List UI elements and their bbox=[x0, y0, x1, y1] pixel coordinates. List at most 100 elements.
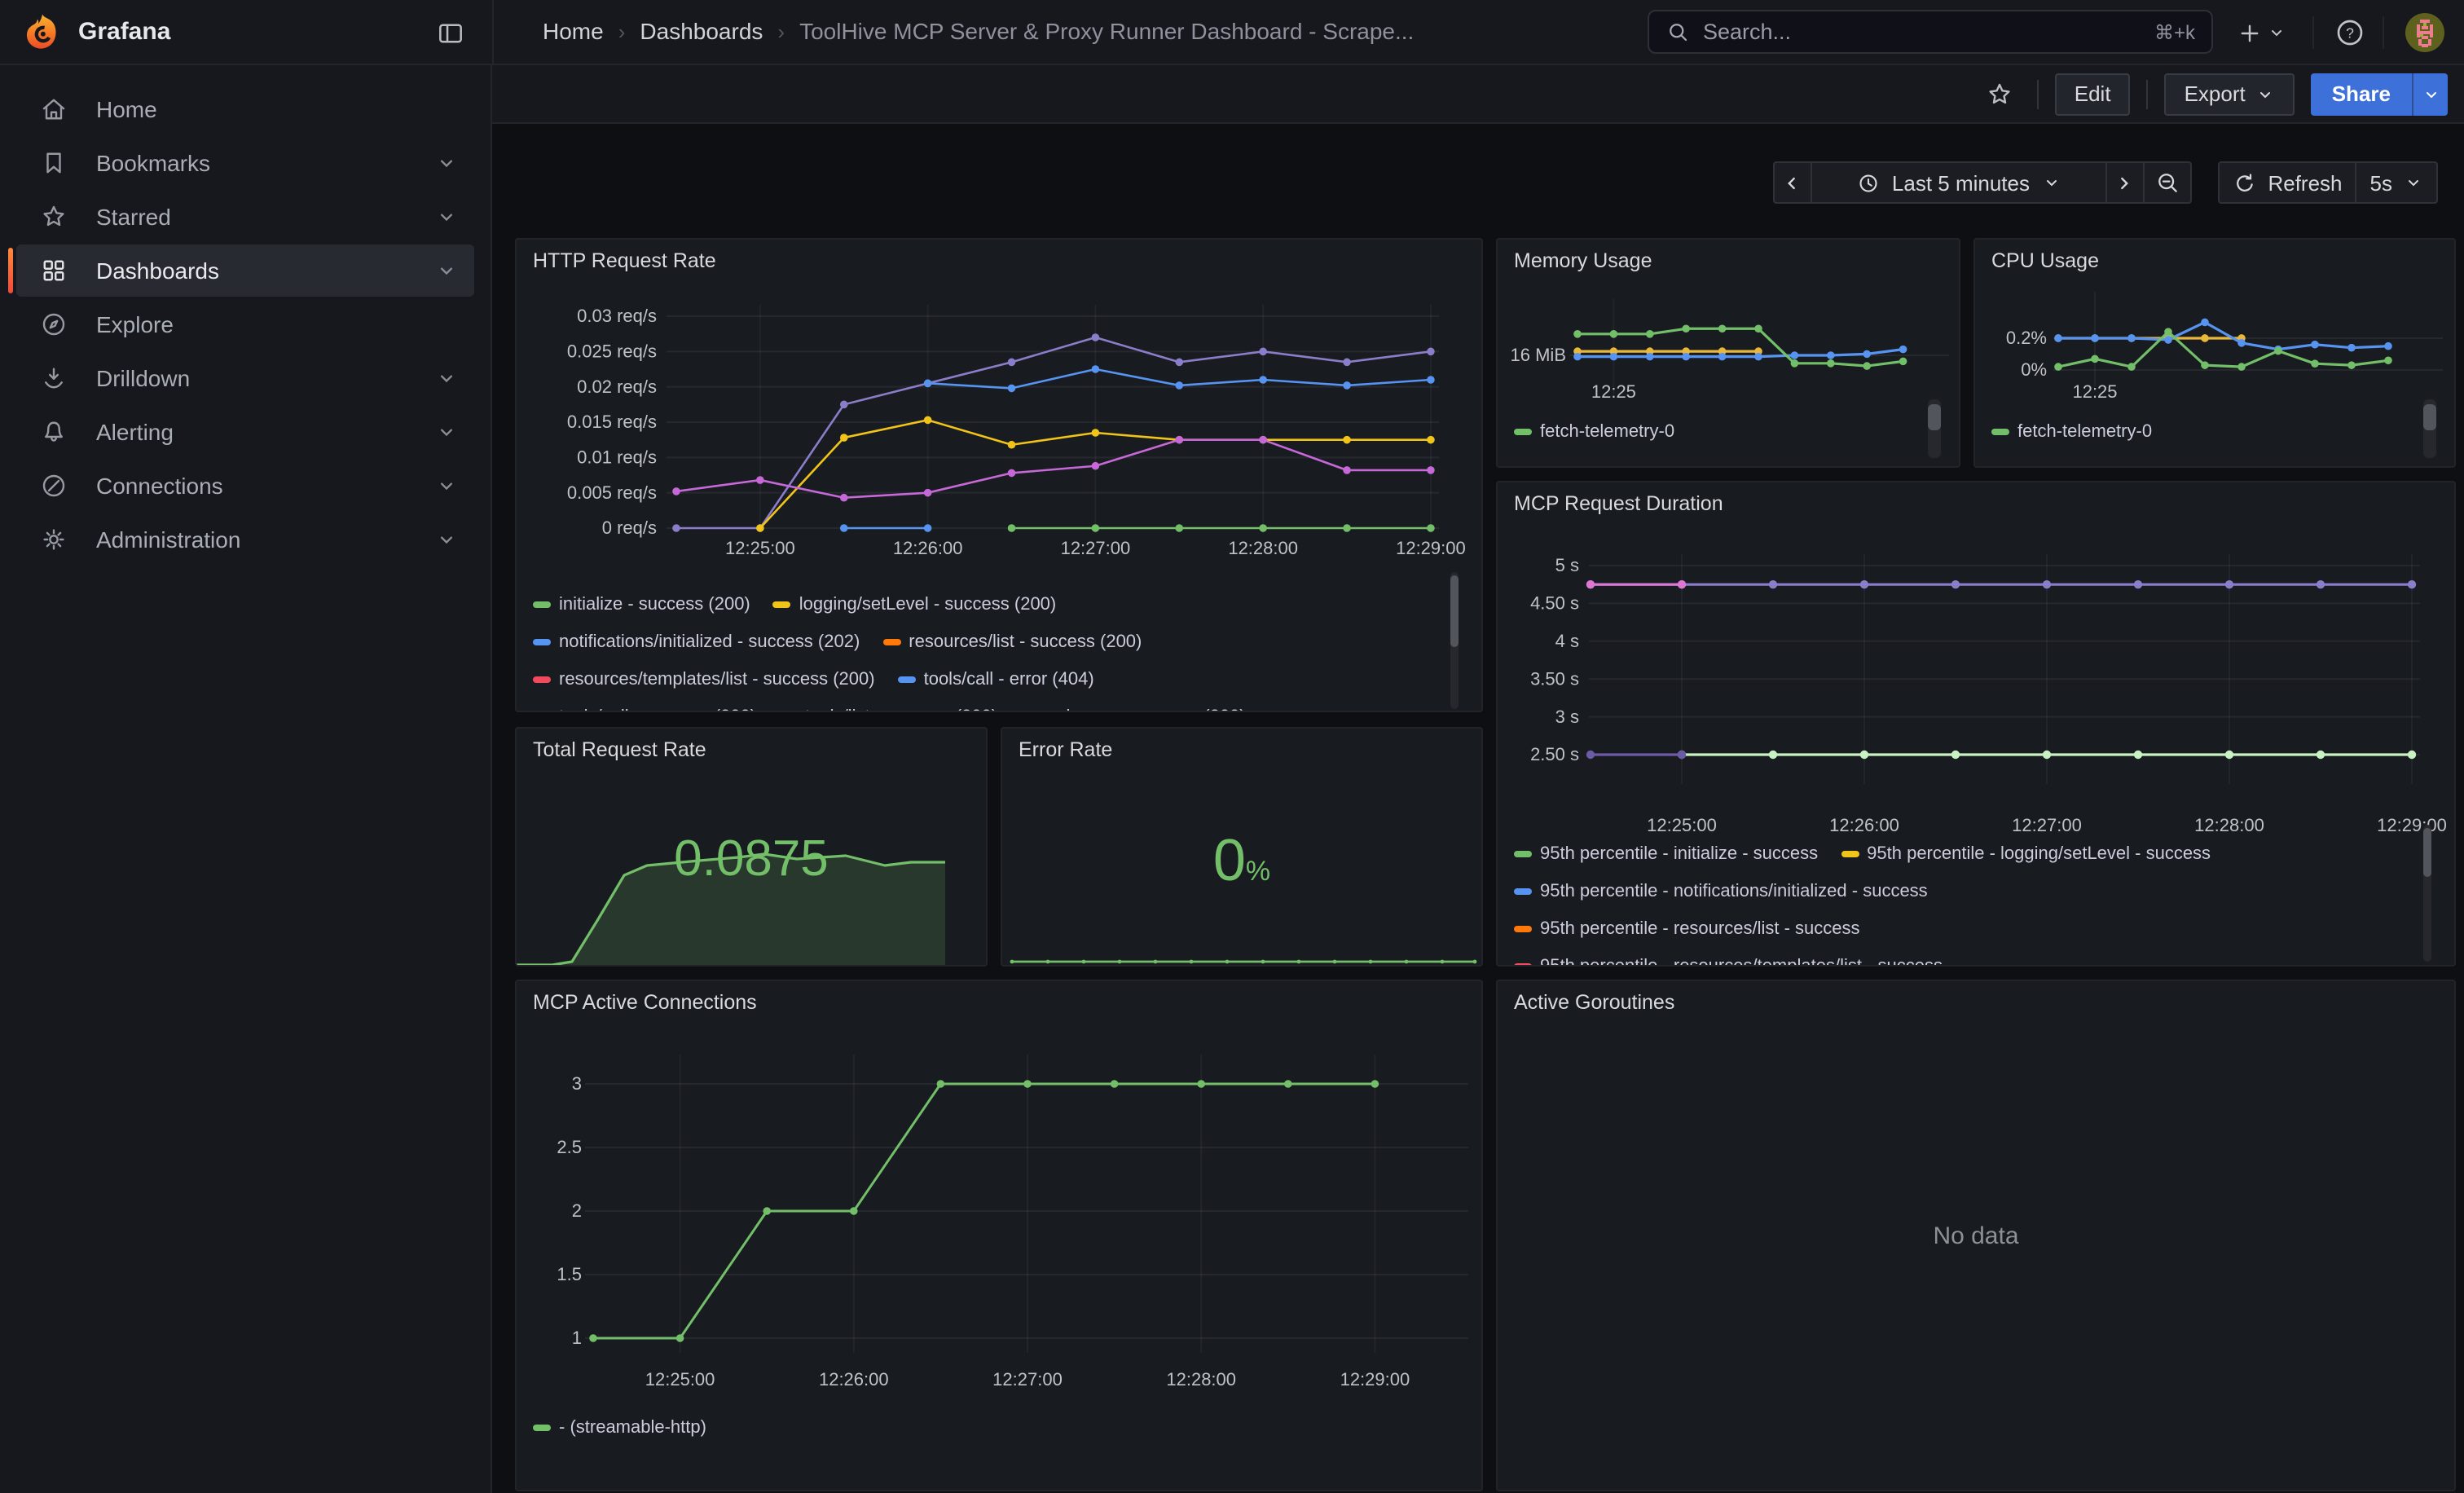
sidebar-toggle-button[interactable] bbox=[430, 13, 469, 52]
edit-button[interactable]: Edit bbox=[2055, 73, 2131, 115]
legend-label: tools/list - success (200) bbox=[805, 707, 997, 712]
time-range-picker[interactable]: Last 5 minutes bbox=[1810, 161, 2106, 204]
breadcrumb-home[interactable]: Home bbox=[543, 0, 604, 64]
panel-mcp-request-duration: MCP Request Duration 2.50 s3 s3.50 s4 s4… bbox=[1496, 481, 2456, 967]
legend-item[interactable]: tools/call - success (200) bbox=[533, 707, 756, 712]
svg-text:12:27:00: 12:27:00 bbox=[2012, 815, 2082, 835]
legend-item[interactable]: logging/setLevel - success (200) bbox=[773, 594, 1057, 614]
star-icon bbox=[39, 202, 68, 231]
star-button[interactable] bbox=[1978, 73, 2021, 115]
legend-scrollbar-thumb[interactable] bbox=[2423, 404, 2436, 430]
search-input[interactable]: Search... ⌘+k bbox=[1648, 10, 2213, 54]
legend-item[interactable]: resources/list - success (200) bbox=[882, 632, 1142, 651]
svg-text:12:25:00: 12:25:00 bbox=[1647, 815, 1717, 835]
legend-label: - (streamable-http) bbox=[559, 1417, 706, 1437]
legend-label: tools/call - success (200) bbox=[559, 707, 756, 712]
legend-label: logging/setLevel - success (200) bbox=[799, 594, 1057, 614]
svg-text:12:28:00: 12:28:00 bbox=[1166, 1369, 1236, 1390]
svg-text:3.50 s: 3.50 s bbox=[1530, 668, 1579, 689]
svg-text:3 s: 3 s bbox=[1555, 707, 1579, 727]
export-label: Export bbox=[2185, 81, 2246, 106]
duration-legend: 95th percentile - initialize - success 95… bbox=[1498, 835, 2428, 967]
svg-text:0.02 req/s: 0.02 req/s bbox=[577, 377, 657, 397]
legend-item[interactable]: fetch-telemetry-0 bbox=[1991, 421, 2152, 441]
bookmark-icon bbox=[39, 148, 68, 178]
legend-label: 95th percentile - initialize - success bbox=[1540, 843, 1818, 863]
refresh-button[interactable]: Refresh bbox=[2217, 161, 2356, 204]
plus-icon bbox=[2236, 19, 2264, 46]
svg-text:12:29:00: 12:29:00 bbox=[1396, 538, 1466, 558]
legend-scrollbar-thumb[interactable] bbox=[1928, 404, 1941, 430]
new-button[interactable] bbox=[2236, 13, 2286, 52]
sidebar-item-dashboards[interactable]: Dashboards bbox=[16, 244, 474, 297]
sidebar-item-drilldown[interactable]: Drilldown bbox=[16, 352, 474, 404]
search-placeholder: Search... bbox=[1703, 20, 2141, 44]
sidebar-nav: HomeBookmarksStarredDashboardsExplore Dri… bbox=[0, 65, 492, 1493]
sidebar-item-home[interactable]: Home bbox=[16, 83, 474, 135]
svg-text:0%: 0% bbox=[2021, 359, 2047, 380]
legend-item[interactable]: resources/templates/list - success (200) bbox=[533, 669, 875, 689]
export-button[interactable]: Export bbox=[2165, 73, 2295, 115]
share-split-button: Share bbox=[2311, 73, 2448, 115]
svg-text:4.50 s: 4.50 s bbox=[1530, 593, 1579, 614]
legend-item[interactable]: initialize - success (200) bbox=[533, 594, 750, 614]
grafana-logo bbox=[21, 11, 64, 54]
legend-label: initialize - success (200) bbox=[559, 594, 750, 614]
breadcrumb-dashboards[interactable]: Dashboards bbox=[640, 0, 763, 64]
svg-text:2.5: 2.5 bbox=[557, 1137, 582, 1157]
sidebar-item-label: Administration bbox=[96, 526, 240, 553]
svg-text:12:28:00: 12:28:00 bbox=[2194, 815, 2264, 835]
search-icon bbox=[1665, 20, 1690, 44]
time-shift-back-button[interactable] bbox=[1772, 161, 1811, 204]
legend-item[interactable]: 95th percentile - logging/setLevel - suc… bbox=[1841, 843, 2211, 863]
sidebar-item-administration[interactable]: Administration bbox=[16, 513, 474, 566]
refresh-icon bbox=[2232, 170, 2256, 195]
legend-item[interactable]: fetch-telemetry-0 bbox=[1514, 421, 1674, 441]
sidebar-item-explore[interactable]: Explore bbox=[16, 298, 474, 350]
svg-text:12:26:00: 12:26:00 bbox=[1829, 815, 1899, 835]
time-shift-forward-button[interactable] bbox=[2105, 161, 2144, 204]
legend-swatch bbox=[773, 601, 791, 607]
chevron-right-icon: › bbox=[618, 0, 626, 64]
legend-swatch bbox=[533, 601, 551, 607]
legend-item[interactable]: notifications/initialized - success (202… bbox=[533, 632, 860, 651]
sidebar-item-alerting[interactable]: Alerting bbox=[16, 406, 474, 458]
svg-text:0.005 req/s: 0.005 req/s bbox=[567, 482, 657, 503]
svg-text:5 s: 5 s bbox=[1555, 555, 1579, 575]
legend-label: notifications/initialized - success (202… bbox=[559, 632, 860, 651]
sidebar-item-connections[interactable]: Connections bbox=[16, 460, 474, 512]
share-button[interactable]: Share bbox=[2311, 73, 2412, 115]
legend-item[interactable]: tools/call - error (404) bbox=[898, 669, 1094, 689]
sidebar-item-starred[interactable]: Starred bbox=[16, 191, 474, 243]
legend-item[interactable]: 95th percentile - resources/list - succe… bbox=[1514, 918, 1860, 938]
sidebar-item-label: Drilldown bbox=[96, 365, 190, 391]
legend-item[interactable]: unknown - success (200) bbox=[1020, 707, 1246, 712]
refresh-label: Refresh bbox=[2268, 170, 2342, 195]
svg-text:0.03 req/s: 0.03 req/s bbox=[577, 306, 657, 326]
svg-text:12:27:00: 12:27:00 bbox=[992, 1369, 1063, 1390]
compass-icon bbox=[39, 310, 68, 339]
legend-item[interactable]: 95th percentile - initialize - success bbox=[1514, 843, 1818, 863]
zoom-out-button[interactable] bbox=[2142, 161, 2191, 204]
svg-text:12:26:00: 12:26:00 bbox=[893, 538, 963, 558]
chevron-down-icon bbox=[2404, 173, 2423, 192]
share-menu-button[interactable] bbox=[2412, 73, 2448, 115]
toolbar-divider bbox=[2147, 79, 2149, 108]
legend-row: tools/call - success (200) tools/list - s… bbox=[517, 698, 1455, 712]
user-avatar[interactable] bbox=[2405, 13, 2444, 52]
svg-text:12:25: 12:25 bbox=[2072, 381, 2117, 402]
refresh-interval-dropdown[interactable]: 5s bbox=[2356, 161, 2438, 204]
svg-text:4 s: 4 s bbox=[1555, 631, 1579, 651]
chevron-down-icon bbox=[435, 528, 458, 551]
stat-unit: % bbox=[1246, 856, 1270, 887]
legend-swatch bbox=[1514, 925, 1532, 931]
memory-legend: fetch-telemetry-0 bbox=[1498, 412, 1920, 450]
legend-item[interactable]: - (streamable-http) bbox=[533, 1417, 706, 1437]
sidebar-item-bookmarks[interactable]: Bookmarks bbox=[16, 137, 474, 189]
legend-item[interactable]: tools/list - success (200) bbox=[779, 707, 997, 712]
help-button[interactable]: ? bbox=[2334, 13, 2366, 52]
apps-icon bbox=[39, 256, 68, 285]
question-circle-icon: ? bbox=[2334, 16, 2366, 49]
legend-item[interactable]: 95th percentile - resources/templates/li… bbox=[1514, 956, 1943, 967]
legend-item[interactable]: 95th percentile - notifications/initiali… bbox=[1514, 881, 1928, 901]
